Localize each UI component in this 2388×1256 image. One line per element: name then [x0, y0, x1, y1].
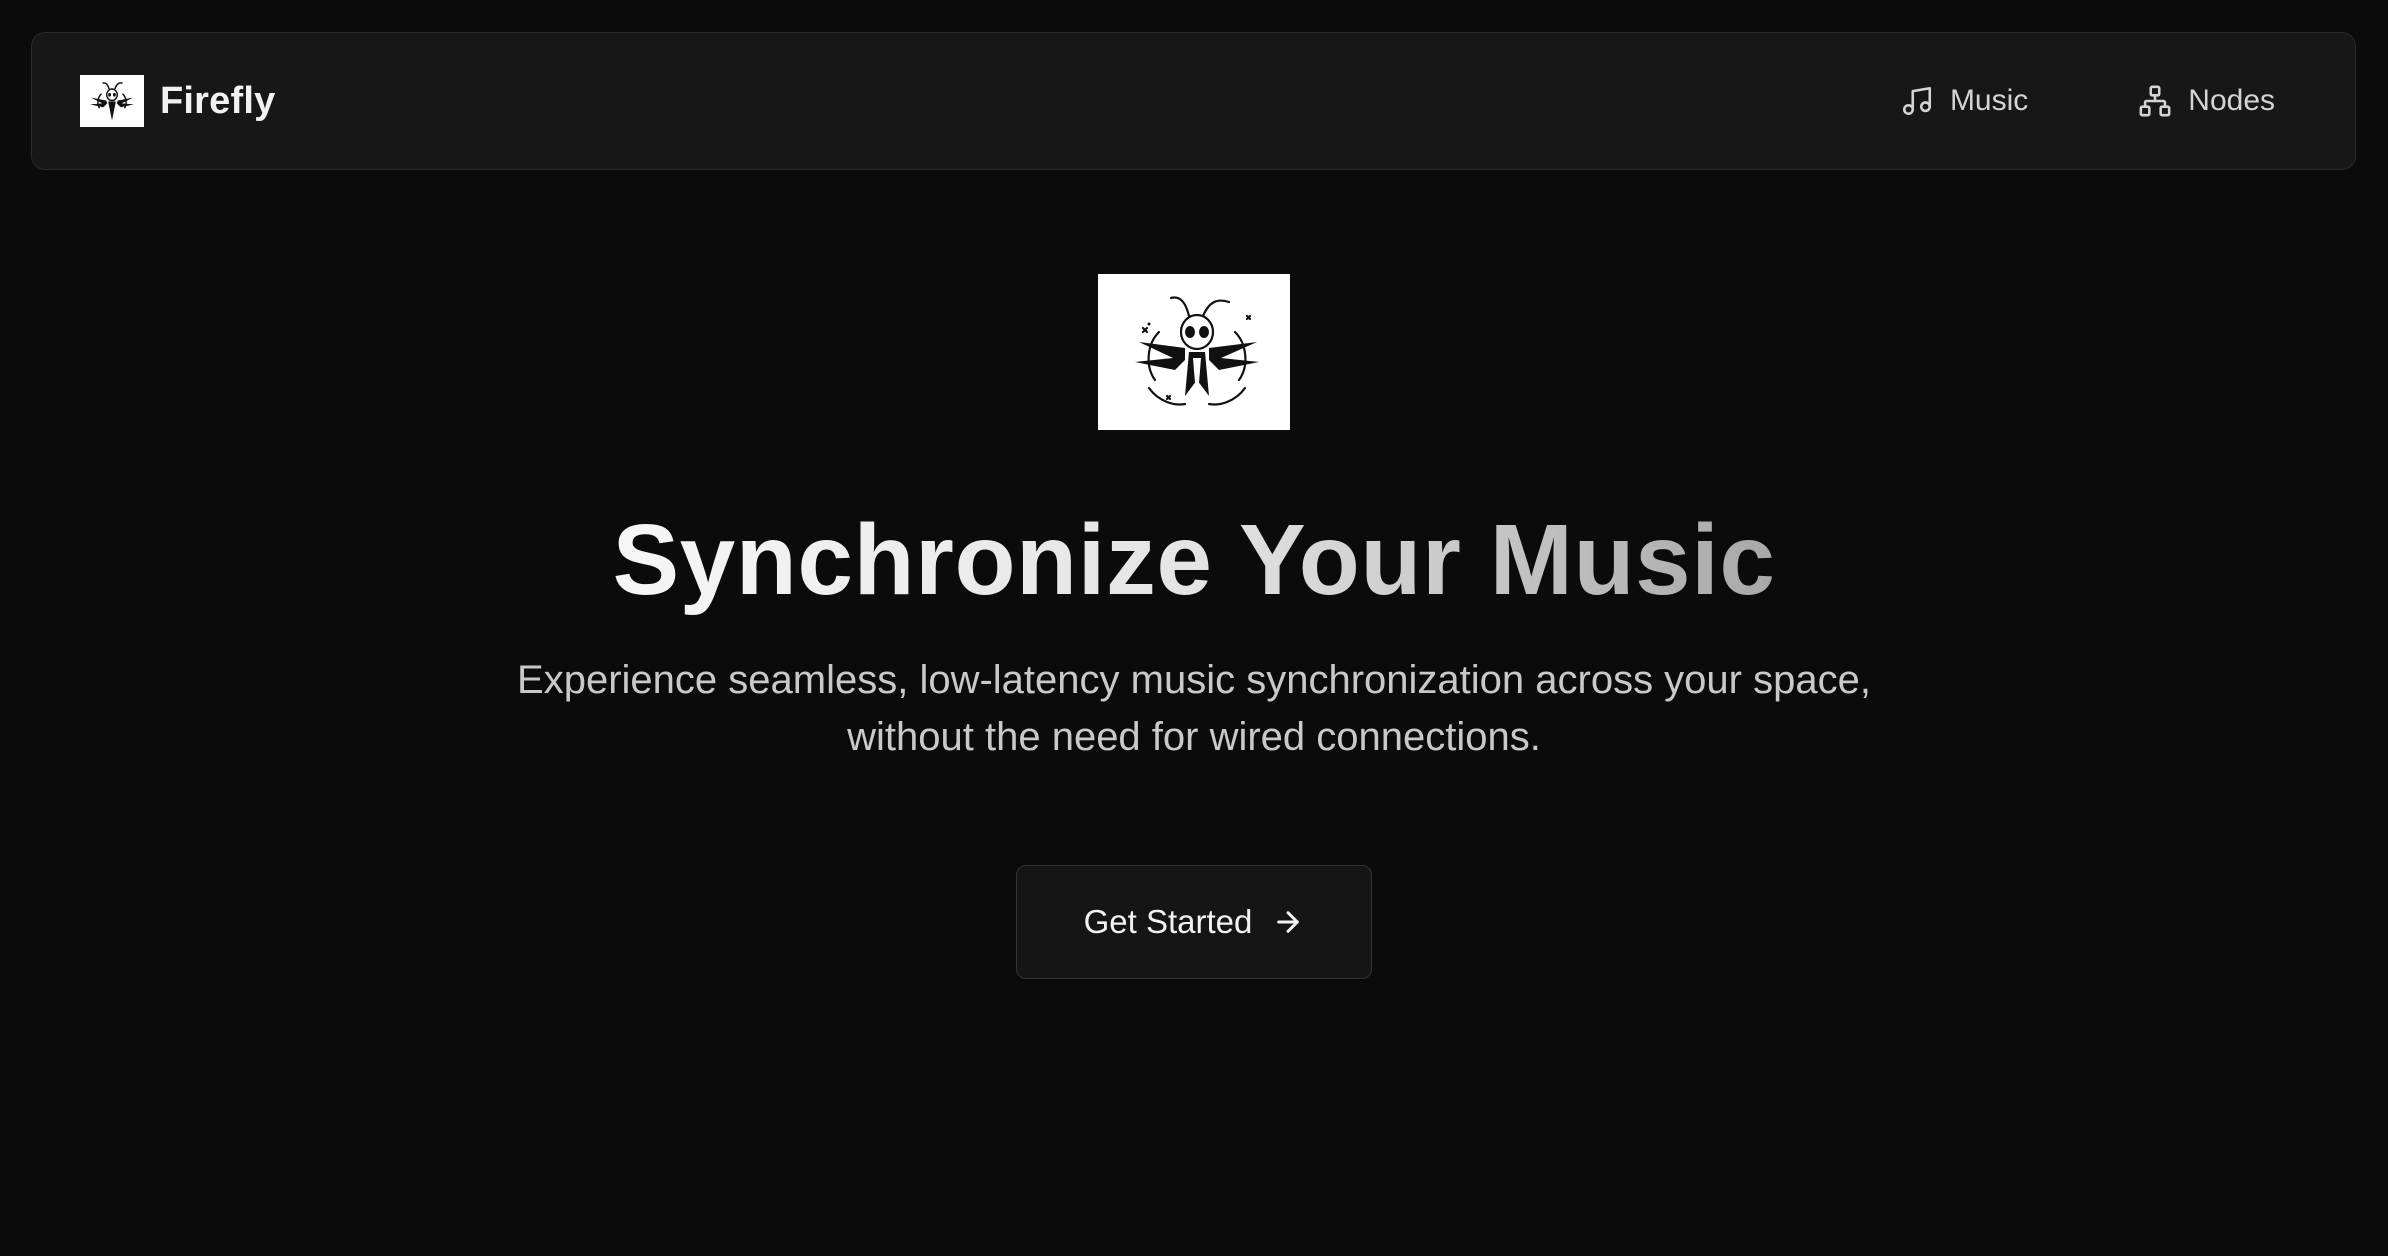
- brand-name: Firefly: [160, 79, 276, 122]
- hero-logo: [1098, 274, 1290, 430]
- navbar: Firefly Music Nodes: [31, 32, 2356, 170]
- get-started-label: Get Started: [1083, 903, 1253, 940]
- arrow-right-icon: [1272, 906, 1304, 938]
- nav-link-nodes[interactable]: Nodes: [2138, 84, 2275, 118]
- firefly-logo-icon: [80, 75, 144, 127]
- nav-link-nodes-label: Nodes: [2188, 84, 2275, 117]
- firefly-logo-icon: [1135, 296, 1259, 408]
- page: Firefly Music Nodes Synchronize Your Mus…: [0, 0, 2388, 1256]
- nav-link-music[interactable]: Music: [1900, 84, 2028, 118]
- hero-title: Synchronize Your Music: [612, 498, 1775, 622]
- music-note-icon: [1900, 84, 1934, 118]
- hero-title-wrap: Synchronize Your Music: [0, 498, 2388, 622]
- hero-subtitle: Experience seamless, low-latency music s…: [517, 658, 1871, 759]
- get-started-button[interactable]: Get Started: [1016, 865, 1372, 979]
- nav-links: Music Nodes: [1900, 33, 2275, 169]
- brand[interactable]: Firefly: [80, 33, 275, 169]
- network-nodes-icon: [2138, 84, 2172, 118]
- nav-link-music-label: Music: [1949, 84, 2029, 117]
